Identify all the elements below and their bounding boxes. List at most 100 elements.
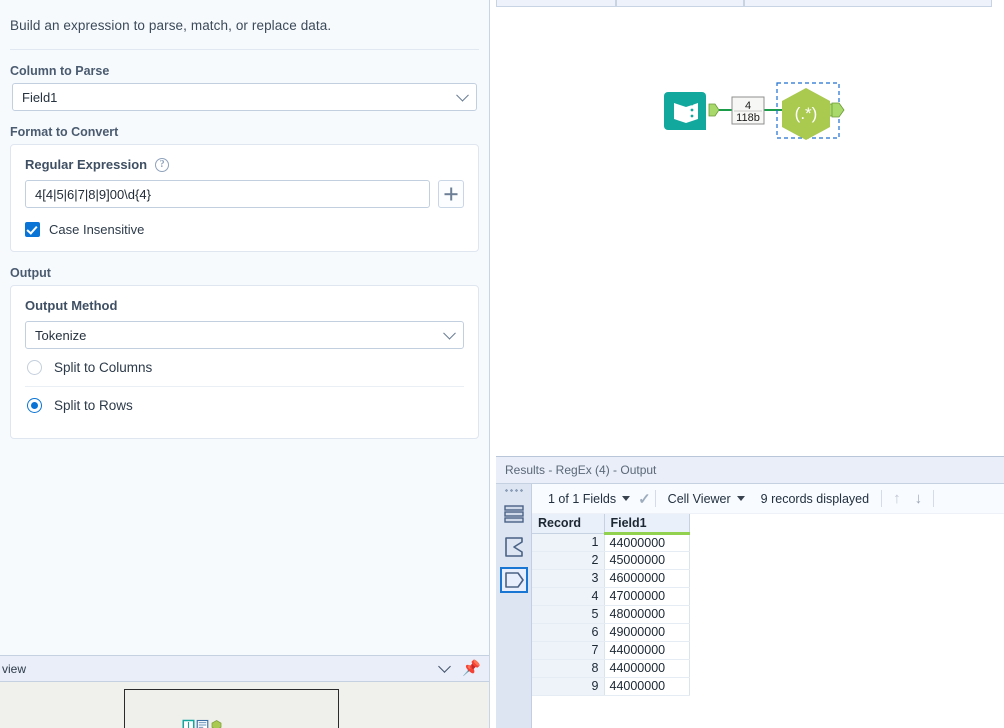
column-to-parse-dropdown[interactable]: Field1 [12, 83, 477, 111]
results-grid[interactable]: Record Field1 1 44000000 2 45000000 3 4600000… [532, 514, 1004, 728]
fields-selector[interactable]: 1 of 1 Fields [540, 492, 638, 506]
cell-field1[interactable]: 45000000 [604, 551, 690, 570]
cell-field1[interactable]: 47000000 [604, 587, 690, 606]
overview-panel: view 📌 [0, 655, 490, 728]
configuration-panel: Build an expression to parse, match, or … [0, 0, 490, 655]
toolbar-divider [881, 490, 883, 507]
column-header-field1[interactable]: Field1 [604, 514, 690, 535]
cell-field1[interactable]: 44000000 [604, 641, 690, 660]
viewer-selector[interactable]: Cell Viewer [660, 492, 753, 506]
regex-node: (.*) [782, 88, 830, 140]
panel-intro-text: Build an expression to parse, match, or … [10, 18, 332, 33]
results-title-text: Results - RegEx (4) - Output [505, 463, 657, 477]
column-header-record[interactable]: Record [532, 514, 605, 534]
cell-record[interactable]: 8 [532, 659, 605, 678]
table-row[interactable]: 9 44000000 [532, 677, 690, 696]
table-row[interactable]: 7 44000000 [532, 641, 690, 660]
overview-title: view [2, 661, 27, 676]
help-circle-icon[interactable]: ? [155, 157, 170, 172]
overview-canvas[interactable] [0, 682, 489, 728]
regex-node-label: (.*) [795, 104, 818, 123]
overview-mini-nodes [182, 719, 223, 728]
results-toolbar: 1 of 1 Fields ✓ Cell Viewer 9 records di… [532, 484, 1004, 514]
results-panel: Results - RegEx (4) - Output 1 of 1 Fiel… [496, 456, 1004, 728]
chevron-down-icon[interactable] [438, 660, 452, 673]
cell-record[interactable]: 6 [532, 623, 605, 642]
cell-record[interactable]: 9 [532, 677, 605, 696]
text-input-node [664, 92, 706, 130]
cell-field1[interactable]: 44000000 [604, 533, 690, 552]
results-sidebar-rail [496, 484, 532, 728]
toolbar-divider [933, 490, 935, 507]
case-insensitive-label: Case Insensitive [49, 222, 145, 237]
browse-icon [196, 719, 209, 728]
cell-field1[interactable]: 48000000 [604, 605, 690, 624]
toolbar-divider [654, 490, 656, 507]
checkmark-icon[interactable]: ✓ [638, 490, 651, 508]
regular-expression-input[interactable] [25, 180, 430, 208]
add-expression-button[interactable] [438, 180, 464, 208]
chevron-down-icon [736, 496, 745, 501]
column-to-parse-label: Column to Parse [10, 64, 110, 78]
records-displayed-label: 9 records displayed [760, 491, 870, 506]
cell-record[interactable]: 4 [532, 587, 605, 606]
records-icon[interactable] [500, 501, 528, 527]
radio-split-to-rows[interactable]: Split to Rows [25, 387, 464, 424]
book-icon [182, 719, 195, 728]
radio-split-to-columns[interactable]: Split to Columns [25, 349, 464, 386]
viewer-selector-label: Cell Viewer [667, 491, 731, 506]
radio-split-to-rows-label: Split to Rows [54, 398, 133, 413]
cell-field1[interactable]: 44000000 [604, 659, 690, 678]
cell-record[interactable]: 1 [532, 533, 605, 552]
case-insensitive-checkbox[interactable] [25, 222, 40, 237]
radio-split-to-columns-label: Split to Columns [54, 360, 153, 375]
format-to-convert-label: Format to Convert [10, 125, 119, 139]
column-to-parse-value: Field1 [22, 89, 58, 105]
output-method-dropdown[interactable]: Tokenize [25, 321, 464, 349]
results-title-bar: Results - RegEx (4) - Output [496, 457, 1004, 484]
workflow-nodes[interactable]: 4 118b (.*) [496, 0, 1004, 456]
regex-hexagon-icon [211, 720, 222, 728]
arrow-down-icon[interactable]: ↓ [908, 490, 930, 507]
overview-header: view 📌 [0, 655, 489, 682]
radio-split-to-rows-indicator[interactable] [27, 398, 42, 413]
table-header-row: Record Field1 [532, 514, 690, 535]
output-method-value: Tokenize [35, 327, 87, 343]
format-to-convert-group: Regular Expression ? Case Insensitive [10, 144, 479, 252]
connection-size: 118b [736, 112, 760, 124]
chevron-down-icon [622, 496, 631, 501]
table-row[interactable]: 2 45000000 [532, 551, 690, 570]
connection-record-count: 4 [745, 100, 751, 112]
case-insensitive-row[interactable]: Case Insensitive [25, 222, 464, 237]
grip-handle-icon[interactable] [503, 488, 524, 493]
cell-field1[interactable]: 44000000 [604, 677, 690, 696]
cell-record[interactable]: 2 [532, 551, 605, 570]
cell-field1[interactable]: 49000000 [604, 623, 690, 642]
table-row[interactable]: 5 48000000 [532, 605, 690, 624]
radio-split-to-columns-indicator[interactable] [27, 360, 42, 375]
regular-expression-label-row: Regular Expression ? [25, 157, 464, 172]
output-anchor-icon[interactable] [499, 567, 528, 593]
table-row[interactable]: 1 44000000 [532, 533, 690, 552]
arrow-up-icon[interactable]: ↑ [886, 490, 908, 507]
chevron-down-icon [456, 88, 469, 102]
overview-minimap[interactable] [124, 689, 339, 728]
chevron-down-icon [443, 326, 456, 340]
results-table: Record Field1 1 44000000 2 45000000 3 4600000… [532, 514, 690, 696]
pin-icon[interactable]: 📌 [462, 661, 481, 676]
cell-record[interactable]: 7 [532, 641, 605, 660]
cell-field1[interactable]: 46000000 [604, 569, 690, 588]
output-group: Output Method Tokenize Split to Columns … [10, 285, 479, 439]
metadata-sigma-icon[interactable] [500, 534, 528, 560]
table-row[interactable]: 3 46000000 [532, 569, 690, 588]
output-method-label: Output Method [25, 298, 118, 313]
table-row[interactable]: 4 47000000 [532, 587, 690, 606]
output-label: Output [10, 266, 51, 280]
fields-selector-label: 1 of 1 Fields [548, 491, 617, 506]
workflow-canvas[interactable]: 4 118b (.*) [496, 0, 1004, 456]
regular-expression-label: Regular Expression [25, 157, 148, 172]
table-row[interactable]: 6 49000000 [532, 623, 690, 642]
cell-record[interactable]: 5 [532, 605, 605, 624]
table-row[interactable]: 8 44000000 [532, 659, 690, 678]
cell-record[interactable]: 3 [532, 569, 605, 588]
